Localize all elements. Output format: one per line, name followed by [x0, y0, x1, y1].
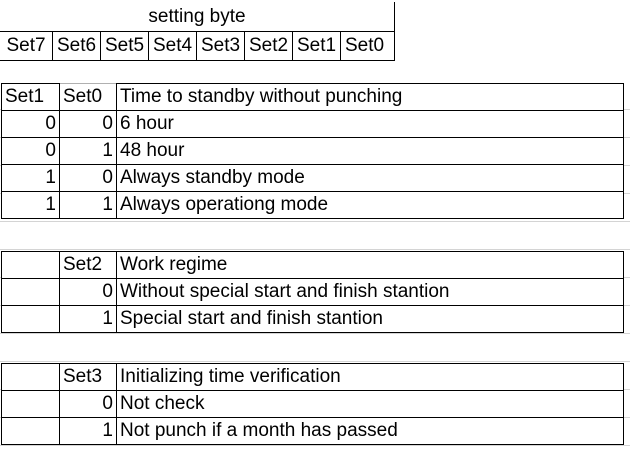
- cell-set0-value[interactable]: 0: [59, 110, 117, 138]
- bit-cell-set3[interactable]: Set3: [196, 31, 244, 60]
- cell-set2-value[interactable]: 0: [59, 278, 117, 306]
- table-header-row: Set2 Work regime: [1, 251, 624, 279]
- table-row: 0 Not check: [1, 390, 624, 418]
- header-cell-set2[interactable]: Set2: [59, 251, 117, 279]
- header-cell-set0[interactable]: Set0: [59, 83, 117, 111]
- bit-cell-set0[interactable]: Set0: [340, 31, 388, 60]
- cell-description[interactable]: Without special start and finish stantio…: [116, 278, 624, 306]
- standby-time-table: Set1 Set0 Time to standby without punchi…: [1, 83, 624, 219]
- table-row: 0 1 48 hour: [1, 137, 624, 165]
- table-header-row: Set1 Set0 Time to standby without punchi…: [1, 83, 624, 111]
- work-regime-table: Set2 Work regime 0 Without special start…: [1, 251, 624, 333]
- empty-cell[interactable]: [1, 390, 60, 418]
- table-row: 1 Not punch if a month has passed: [1, 417, 624, 445]
- cell-set0-value[interactable]: 1: [59, 191, 117, 219]
- bit-cell-set5[interactable]: Set5: [100, 31, 148, 60]
- spreadsheet: setting byte Set7 Set6 Set5 Set4 Set3 Se…: [0, 0, 630, 452]
- cell-description[interactable]: Not punch if a month has passed: [116, 417, 624, 445]
- cell-description[interactable]: Not check: [116, 390, 624, 418]
- empty-cell[interactable]: [1, 278, 60, 306]
- empty-cell[interactable]: [1, 363, 60, 391]
- setting-byte-table: setting byte Set7 Set6 Set5 Set4 Set3 Se…: [0, 2, 395, 61]
- table-row: 0 Without special start and finish stant…: [1, 278, 624, 306]
- bit-cell-set4[interactable]: Set4: [148, 31, 196, 60]
- bit-cell-set2[interactable]: Set2: [244, 31, 292, 60]
- header-cell-description[interactable]: Initializing time verification: [116, 363, 624, 391]
- cell-description[interactable]: Special start and finish stantion: [116, 305, 624, 333]
- empty-cell[interactable]: [1, 251, 60, 279]
- bit-cell-set6[interactable]: Set6: [52, 31, 100, 60]
- cell-description[interactable]: 48 hour: [116, 137, 624, 165]
- table-row: 0 0 6 hour: [1, 110, 624, 138]
- header-cell-set3[interactable]: Set3: [59, 363, 117, 391]
- header-cell-description[interactable]: Work regime: [116, 251, 624, 279]
- cell-set1-value[interactable]: 1: [1, 164, 60, 192]
- header-cell-set1[interactable]: Set1: [1, 83, 60, 111]
- cell-set1-value[interactable]: 0: [1, 110, 60, 138]
- cell-description[interactable]: Always standby mode: [116, 164, 624, 192]
- bit-header-row: Set7 Set6 Set5 Set4 Set3 Set2 Set1 Set0: [0, 31, 388, 60]
- setting-byte-title[interactable]: setting byte: [0, 2, 394, 32]
- empty-cell[interactable]: [1, 417, 60, 445]
- cell-set0-value[interactable]: 0: [59, 164, 117, 192]
- cell-description[interactable]: 6 hour: [116, 110, 624, 138]
- cell-set3-value[interactable]: 1: [59, 417, 117, 445]
- table-row: 1 Special start and finish stantion: [1, 305, 624, 333]
- cell-set2-value[interactable]: 1: [59, 305, 117, 333]
- bit-cell-set7[interactable]: Set7: [0, 31, 52, 60]
- table-row: 1 1 Always operationg mode: [1, 191, 624, 219]
- cell-set3-value[interactable]: 0: [59, 390, 117, 418]
- table-row: 1 0 Always standby mode: [1, 164, 624, 192]
- time-verification-table: Set3 Initializing time verification 0 No…: [1, 363, 624, 445]
- empty-cell[interactable]: [1, 305, 60, 333]
- cell-set0-value[interactable]: 1: [59, 137, 117, 165]
- bit-cell-set1[interactable]: Set1: [292, 31, 340, 60]
- cell-set1-value[interactable]: 0: [1, 137, 60, 165]
- header-cell-description[interactable]: Time to standby without punching: [116, 83, 624, 111]
- cell-set1-value[interactable]: 1: [1, 191, 60, 219]
- table-header-row: Set3 Initializing time verification: [1, 363, 624, 391]
- cell-description[interactable]: Always operationg mode: [116, 191, 624, 219]
